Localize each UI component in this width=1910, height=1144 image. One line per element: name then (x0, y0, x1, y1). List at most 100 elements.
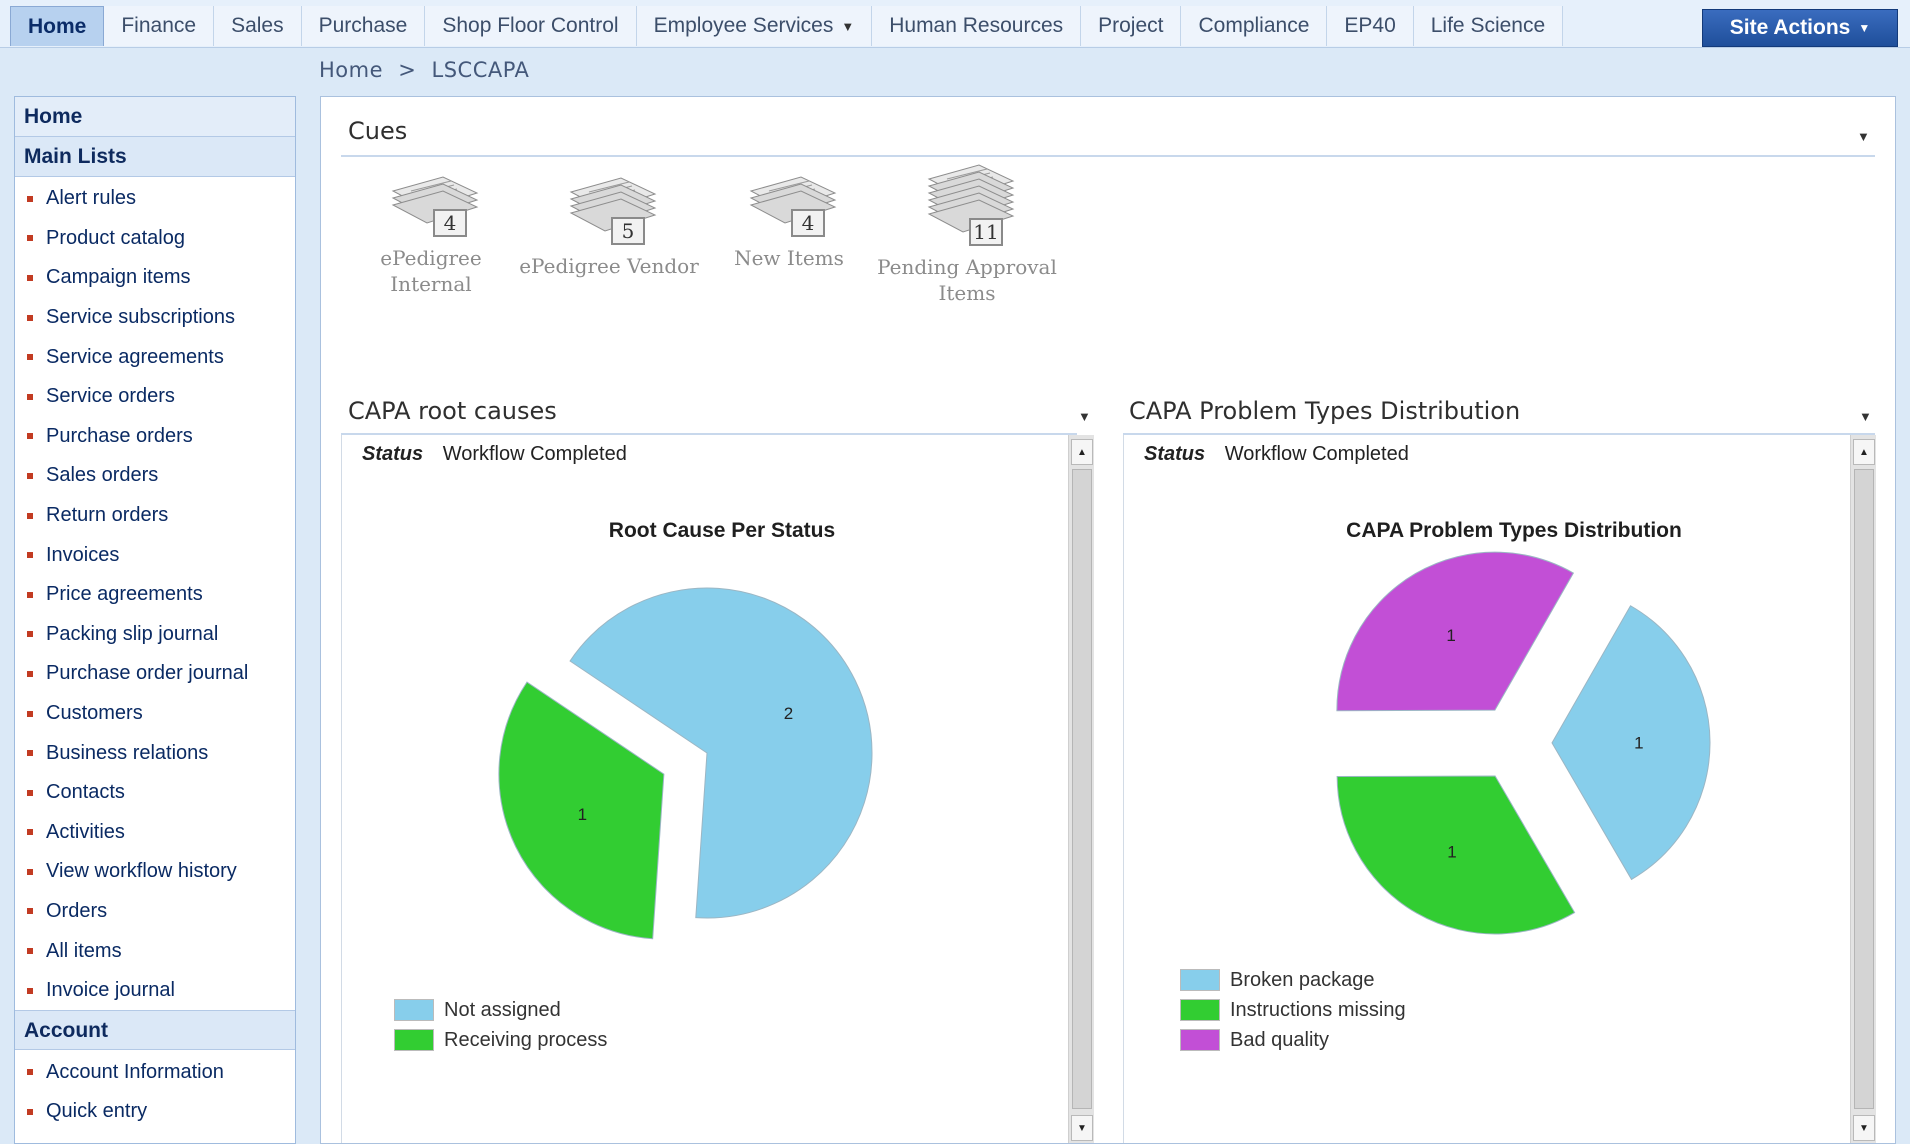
legend-item-broken-package: Broken package (1180, 965, 1406, 995)
nav-item-label: Service agreements (46, 345, 224, 368)
legend-label: Instructions missing (1230, 998, 1406, 1021)
nav-home-link[interactable]: Home (15, 97, 295, 137)
legend-swatch (1180, 999, 1220, 1021)
nav-item-purchase-order-journal[interactable]: Purchase order journal (15, 654, 295, 694)
status-label: Status (1144, 443, 1206, 465)
nav-item-campaign-items[interactable]: Campaign items (15, 258, 295, 298)
tab-human-resources[interactable]: Human Resources (872, 6, 1082, 46)
nav-item-all-items[interactable]: All items (15, 931, 295, 971)
tab-life-science[interactable]: Life Science (1413, 6, 1564, 46)
nav-item-price-agreements[interactable]: Price agreements (15, 575, 295, 615)
scroll-up-icon[interactable]: ▲ (1071, 439, 1093, 465)
tab-shop-floor-control[interactable]: Shop Floor Control (425, 6, 637, 46)
bullet-icon (27, 1108, 33, 1115)
status-value: Workflow Completed (442, 443, 627, 465)
site-actions-button[interactable]: Site Actions ▼ (1702, 9, 1898, 47)
bullet-icon (27, 670, 33, 677)
scroll-down-icon[interactable]: ▼ (1071, 1115, 1093, 1141)
tab-ep40[interactable]: EP40 (1327, 6, 1414, 46)
nav-item-view-workflow-history[interactable]: View workflow history (15, 852, 295, 892)
nav-item-service-subscriptions[interactable]: Service subscriptions (15, 298, 295, 338)
scroll-up-icon[interactable]: ▲ (1853, 439, 1875, 465)
cue-label: Pending Approval Items (877, 255, 1057, 305)
nav-item-label: Product catalog (46, 226, 185, 249)
nav-item-account-information[interactable]: Account Information (15, 1052, 295, 1092)
document-stack-icon (569, 177, 657, 232)
nav-item-customers[interactable]: Customers (15, 694, 295, 734)
tab-project[interactable]: Project (1081, 6, 1182, 46)
tab-label: Shop Floor Control (442, 14, 619, 37)
scroll-down-icon[interactable]: ▼ (1853, 1115, 1875, 1141)
tab-finance[interactable]: Finance (104, 6, 215, 46)
chevron-down-icon: ▼ (841, 18, 855, 34)
breadcrumb-home[interactable]: Home (319, 58, 383, 82)
root-causes-menu-icon[interactable]: ▼ (1078, 409, 1091, 424)
nav-item-label: Return orders (46, 504, 169, 527)
tab-employee-services[interactable]: Employee Services ▼ (636, 6, 873, 46)
nav-item-label: Service orders (46, 385, 175, 408)
bullet-icon (27, 354, 33, 361)
nav-item-business-relations[interactable]: Business relations (15, 733, 295, 773)
root-causes-scrollbar[interactable]: ▲ ▼ (1068, 435, 1094, 1143)
nav-item-invoices[interactable]: Invoices (15, 535, 295, 575)
cues-menu-icon[interactable]: ▼ (1857, 129, 1870, 144)
nav-item-invoice-journal[interactable]: Invoice journal (15, 971, 295, 1011)
problem-types-scrollbar[interactable]: ▲ ▼ (1850, 435, 1876, 1143)
tab-home[interactable]: Home (10, 6, 105, 46)
pie-data-label: 1 (1634, 734, 1643, 753)
pie-slice-broken-package (1551, 605, 1711, 881)
cue-count-badge: 4 (791, 209, 825, 237)
root-causes-status: Status Workflow Completed (362, 443, 627, 466)
nav-item-service-agreements[interactable]: Service agreements (15, 337, 295, 377)
tab-label: Life Science (1430, 14, 1546, 37)
bullet-icon (27, 829, 33, 836)
problem-types-legend: Broken package Instructions missing Bad qu… (1180, 965, 1406, 1055)
cues-title: Cues (348, 117, 408, 145)
root-causes-title: CAPA root causes (348, 397, 557, 425)
chart-title-problem-types: CAPA Problem Types Distribution (1346, 519, 1682, 542)
nav-item-packing-slip-journal[interactable]: Packing slip journal (15, 615, 295, 655)
nav-item-activities[interactable]: Activities (15, 813, 295, 853)
problem-types-title: CAPA Problem Types Distribution (1129, 397, 1521, 425)
nav-item-service-orders[interactable]: Service orders (15, 377, 295, 417)
legend-item-instructions-missing: Instructions missing (1180, 995, 1406, 1025)
legend-label: Broken package (1230, 968, 1375, 991)
legend-swatch (394, 1029, 434, 1051)
nav-item-quick-entry[interactable]: Quick entry (15, 1092, 295, 1132)
nav-item-contacts[interactable]: Contacts (15, 773, 295, 813)
cue-pending-approval-items[interactable]: 11 Pending Approval Items (877, 152, 1057, 306)
nav-item-label: Invoices (46, 543, 120, 566)
tab-sales[interactable]: Sales (214, 6, 302, 46)
nav-item-purchase-orders[interactable]: Purchase orders (15, 417, 295, 457)
nav-item-product-catalog[interactable]: Product catalog (15, 219, 295, 259)
legend-swatch (1180, 1029, 1220, 1051)
problem-types-menu-icon[interactable]: ▼ (1859, 409, 1872, 424)
main-content: Cues ▼ 4 ePedigree Internal 5 ePedigree Ven… (320, 96, 1896, 1144)
problem-types-pie-chart: 1 1 1 (1336, 551, 1711, 935)
pie-data-label: 2 (784, 704, 793, 723)
tab-label: Sales (231, 14, 284, 37)
bullet-icon (27, 314, 33, 321)
breadcrumb: Home > LSCCAPA (319, 58, 529, 82)
nav-account-header[interactable]: Account (15, 1010, 295, 1051)
tab-compliance[interactable]: Compliance (1181, 6, 1328, 46)
nav-item-return-orders[interactable]: Return orders (15, 496, 295, 536)
nav-item-label: Service subscriptions (46, 306, 235, 329)
tab-bar: Home Finance Sales Purchase Shop Floor Contr… (10, 6, 1564, 46)
tab-label: Employee Services (653, 14, 834, 37)
quick-launch: Home Main Lists Alert rules Product catal… (14, 96, 296, 1144)
nav-item-label: Orders (46, 899, 108, 922)
tab-purchase[interactable]: Purchase (301, 6, 426, 46)
bullet-icon (27, 393, 33, 400)
cue-epedigree-internal[interactable]: 4 ePedigree Internal (341, 167, 521, 297)
cue-count-badge: 5 (611, 217, 645, 245)
scroll-thumb[interactable] (1854, 469, 1874, 1109)
cue-new-items[interactable]: 4 New Items (699, 167, 879, 271)
nav-item-orders[interactable]: Orders (15, 892, 295, 932)
nav-item-sales-orders[interactable]: Sales orders (15, 456, 295, 496)
scroll-thumb[interactable] (1072, 469, 1092, 1109)
nav-item-alert-rules[interactable]: Alert rules (15, 179, 295, 219)
nav-item-label: View workflow history (46, 860, 237, 883)
nav-main-lists-header[interactable]: Main Lists (15, 137, 295, 177)
cue-epedigree-vendor[interactable]: 5 ePedigree Vendor (519, 167, 699, 279)
